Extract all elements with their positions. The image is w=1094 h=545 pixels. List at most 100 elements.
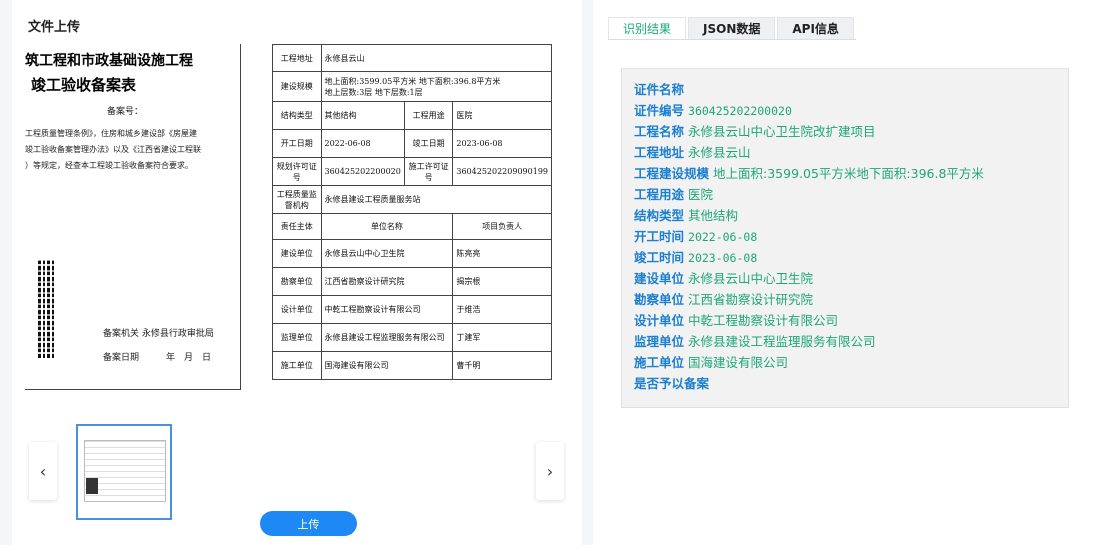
doc-date: 备案日期 年 月 日 — [103, 353, 212, 363]
table-label: 结构类型 — [272, 101, 322, 130]
table-value: 360425202209090199 — [452, 157, 552, 186]
result-key: 勘察单位 — [634, 292, 685, 307]
table-label: 工程质量监督机构 — [272, 185, 322, 214]
table-label: 工程地址 — [272, 44, 322, 72]
result-item: 施工单位 国海建设有限公司 — [634, 352, 788, 372]
result-key: 竣工时间 — [634, 250, 685, 265]
table-label: 监理单位 — [272, 323, 322, 352]
doc-record-no: 备案号： — [107, 107, 144, 117]
upload-panel: 文件上传 筑工程和市政基础设施工程 竣工验收备案表 备案号： 工程质量管理条例》… — [12, 0, 582, 545]
table-label: 施工单位 — [272, 351, 322, 380]
result-item: 工程名称 永修县云山中心卫生院改扩建项目 — [634, 121, 876, 141]
result-tabs: 识别结果 JSON数据 API信息 — [608, 17, 856, 40]
tab-recognition-result[interactable]: 识别结果 — [608, 17, 687, 39]
result-key: 工程用途 — [634, 187, 685, 202]
doc-title-line2: 竣工验收备案表 — [31, 76, 137, 94]
doc-paragraph-line: 竣工验收备案管理办法》以及《江西省建设工程联 — [25, 145, 201, 154]
document-thumbnail[interactable] — [76, 424, 172, 520]
table-value: 医院 — [452, 101, 552, 130]
result-value: 医院 — [688, 187, 714, 202]
table-value: 永修县建设工程监理服务有限公司 — [320, 323, 454, 352]
document-table: 工程地址 永修县云山 建设规模 地上面积:3599.05平方米 地下面积:396… — [272, 44, 552, 380]
result-key: 是否予以备案 — [634, 376, 710, 391]
table-value: 丁建军 — [452, 323, 552, 352]
result-key: 结构类型 — [634, 208, 685, 223]
result-item: 结构类型 其他结构 — [634, 205, 738, 225]
result-value: 360425202200020 — [688, 104, 792, 118]
result-item: 是否予以备案 — [634, 373, 713, 393]
result-key: 设计单位 — [634, 313, 685, 328]
table-label: 规划许可证号 — [272, 157, 322, 186]
result-item: 证件编号 360425202200020 — [634, 100, 792, 120]
table-value: 永修县云山中心卫生院 — [320, 239, 454, 268]
result-key: 建设单位 — [634, 271, 685, 286]
result-item: 工程用途 医院 — [634, 184, 713, 204]
result-box: 证件名称 证件编号 360425202200020 工程名称 永修县云山中心卫生院改扩建… — [621, 68, 1069, 408]
table-label: 勘察单位 — [272, 267, 322, 296]
table-value: 江西省勘察设计研究院 — [320, 267, 454, 296]
result-value: 2023-06-08 — [688, 251, 758, 265]
result-key: 工程地址 — [634, 145, 685, 160]
result-item: 竣工时间 2023-06-08 — [634, 247, 757, 267]
carousel-prev-button[interactable]: ‹ — [29, 442, 57, 500]
result-item: 证件名称 — [634, 79, 688, 99]
document-preview-left: 筑工程和市政基础设施工程 竣工验收备案表 备案号： 工程质量管理条例》，住房和城… — [25, 44, 241, 390]
table-value: 其他结构 — [320, 101, 405, 130]
result-key: 监理单位 — [634, 334, 685, 349]
table-header: 责任主体 — [272, 213, 322, 240]
tab-json-data[interactable]: JSON数据 — [688, 17, 776, 39]
doc-authority: 备案机关 永修县行政审批局 — [103, 329, 214, 339]
table-label: 竣工日期 — [403, 129, 454, 158]
result-value: 永修县云山 — [688, 145, 751, 160]
tab-api-info[interactable]: API信息 — [777, 17, 854, 39]
result-value: 永修县建设工程监理服务有限公司 — [688, 334, 876, 349]
table-value: 于维浩 — [452, 295, 552, 324]
result-key: 证件编号 — [634, 103, 685, 118]
result-key: 证件名称 — [634, 82, 685, 97]
table-value: 360425202200020 — [320, 157, 405, 186]
thumbnail-qr-icon — [86, 478, 98, 494]
doc-paragraph: 工程质量管理条例》，住房和城乡建设部《房屋建 竣工验收备案管理办法》以及《江西省… — [25, 126, 240, 174]
upload-button[interactable]: 上传 — [260, 511, 357, 536]
table-label: 建设单位 — [272, 239, 322, 268]
result-item: 监理单位 永修县建设工程监理服务有限公司 — [634, 331, 876, 351]
result-key: 工程建设规模 — [634, 166, 710, 181]
table-value: 2023-06-08 — [452, 129, 552, 158]
table-value: 中乾工程勘察设计有限公司 — [320, 295, 454, 324]
table-value: 永修县云山 — [320, 44, 552, 72]
result-item: 建设单位 永修县云山中心卫生院 — [634, 268, 813, 288]
panel-title: 文件上传 — [28, 20, 81, 35]
table-label: 建设规模 — [272, 71, 322, 102]
result-item: 设计单位 中乾工程勘察设计有限公司 — [634, 310, 838, 330]
table-value: 永修县建设工程质量服务站 — [320, 185, 552, 214]
table-label: 施工许可证号 — [403, 157, 454, 186]
result-item: 工程地址 永修县云山 — [634, 142, 751, 162]
table-value: 2022-06-08 — [320, 129, 405, 158]
chevron-left-icon: ‹ — [39, 461, 47, 481]
table-header: 项目负责人 — [452, 213, 552, 240]
doc-paragraph-line: 工程质量管理条例》，住房和城乡建设部《房屋建 — [25, 129, 197, 138]
result-key: 工程名称 — [634, 124, 685, 139]
result-value: 永修县云山中心卫生院 — [688, 271, 814, 286]
result-key: 开工时间 — [634, 229, 685, 244]
result-panel: 识别结果 JSON数据 API信息 证件名称证件编号 36042520220002… — [593, 0, 1094, 545]
result-value: 永修县云山中心卫生院改扩建项目 — [688, 124, 876, 139]
result-value: 地上面积:3599.05平方米地下面积:396.8平方米 — [713, 166, 984, 181]
table-value: 曹千明 — [452, 351, 552, 380]
doc-paragraph-line: ）等规定，经查本工程竣工验收备案符合要求。 — [25, 161, 193, 170]
result-value: 国海建设有限公司 — [688, 355, 789, 370]
table-header: 单位名称 — [320, 213, 454, 240]
result-value: 江西省勘察设计研究院 — [688, 292, 814, 307]
table-value: 国海建设有限公司 — [320, 351, 454, 380]
table-value: 揭宗根 — [452, 267, 552, 296]
carousel-next-button[interactable]: › — [536, 442, 564, 500]
table-label: 开工日期 — [272, 129, 322, 158]
table-value-line: 地上面积:3599.05平方米 地下面积:396.8平方米 — [324, 76, 501, 86]
result-value: 其他结构 — [688, 208, 739, 223]
table-label: 工程用途 — [403, 101, 454, 130]
result-item: 勘察单位 江西省勘察设计研究院 — [634, 289, 813, 309]
result-key: 施工单位 — [634, 355, 685, 370]
result-item: 开工时间 2022-06-08 — [634, 226, 757, 246]
table-value-line: 地上层数:3层 地下层数:1层 — [324, 87, 423, 97]
result-value: 中乾工程勘察设计有限公司 — [688, 313, 839, 328]
